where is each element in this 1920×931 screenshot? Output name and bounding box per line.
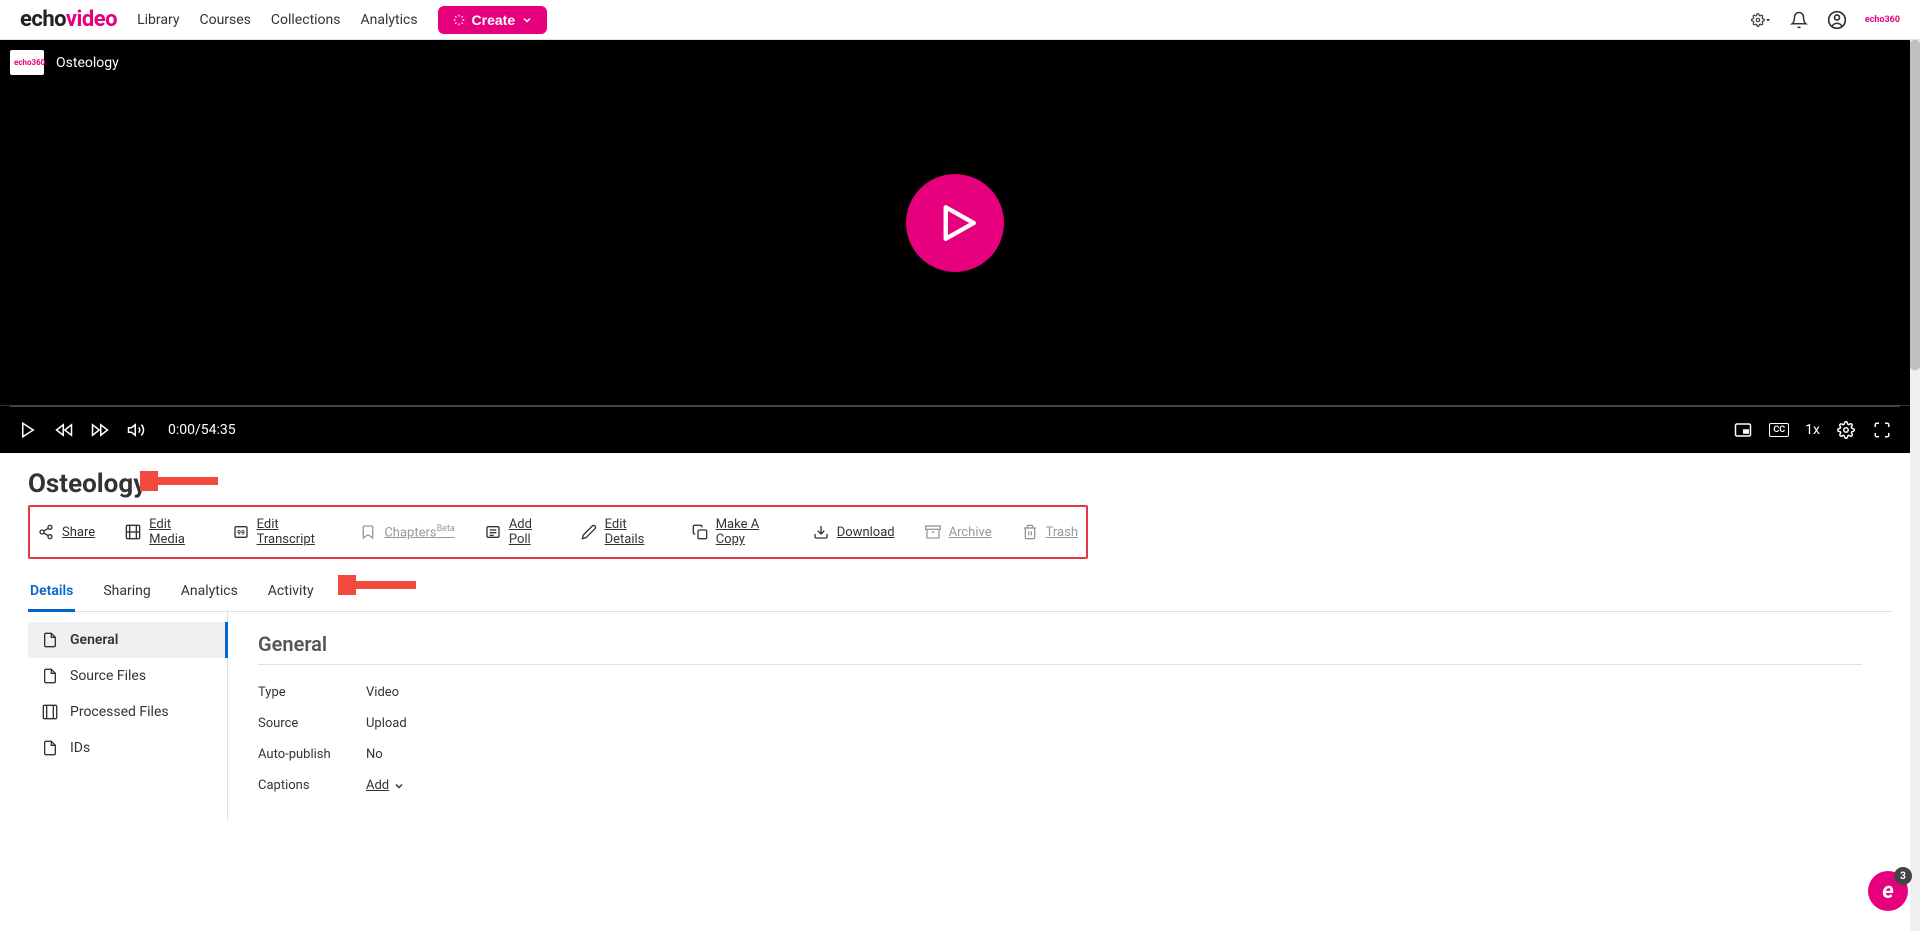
section-title: General <box>258 632 1862 665</box>
tabs: Details Sharing Analytics Activity <box>28 569 1892 612</box>
source-label: Source <box>258 716 366 731</box>
create-label: Create <box>472 12 516 28</box>
progress-bar[interactable] <box>10 405 1900 407</box>
action-edit-transcript[interactable]: 99 Edit Transcript <box>233 517 331 547</box>
scrollbar-thumb[interactable] <box>1910 40 1920 370</box>
ctrl-pip-icon[interactable] <box>1733 420 1753 440</box>
download-icon <box>813 524 829 540</box>
ctrl-rewind-icon[interactable] <box>54 420 74 440</box>
page-title: Osteology <box>28 469 1892 499</box>
trash-icon <box>1022 524 1038 540</box>
annotation-arrow-title <box>140 471 220 491</box>
video-badge: echo360 <box>10 50 44 75</box>
play-button[interactable] <box>906 174 1004 272</box>
action-edit-details[interactable]: Edit Details <box>581 517 662 547</box>
share-icon <box>38 524 54 540</box>
actions-bar: Share Edit Media 99 Edit Transcript Chap… <box>28 505 1088 559</box>
tab-details[interactable]: Details <box>28 575 75 612</box>
film-icon <box>125 524 141 540</box>
action-make-copy[interactable]: Make A Copy <box>692 517 783 547</box>
id-icon <box>42 740 58 756</box>
autopub-label: Auto-publish <box>258 747 366 762</box>
ctrl-cc-button[interactable]: CC <box>1769 423 1789 437</box>
nav-collections[interactable]: Collections <box>271 12 341 28</box>
action-add-poll-label: Add Poll <box>509 517 551 547</box>
ctrl-fullscreen-icon[interactable] <box>1872 420 1892 440</box>
annotation-arrow-tabs <box>338 575 418 595</box>
action-archive-label: Archive <box>949 525 992 540</box>
action-chapters[interactable]: ChaptersBeta <box>360 524 455 540</box>
ctrl-settings-icon[interactable] <box>1836 420 1856 440</box>
action-chapters-label: ChaptersBeta <box>384 524 455 540</box>
pencil-icon <box>581 524 597 540</box>
chevron-down-icon <box>521 14 533 26</box>
bell-icon[interactable] <box>1789 10 1809 30</box>
bookmark-icon <box>360 524 376 540</box>
film-icon-2 <box>42 704 58 720</box>
user-icon[interactable] <box>1827 10 1847 30</box>
scrollbar[interactable] <box>1910 40 1920 931</box>
tab-sharing[interactable]: Sharing <box>101 575 152 611</box>
action-edit-media-label: Edit Media <box>149 517 202 547</box>
floating-help-button[interactable]: e 3 <box>1868 871 1908 911</box>
captions-label: Captions <box>258 778 366 793</box>
chevron-down-icon-2 <box>393 780 405 792</box>
action-make-copy-label: Make A Copy <box>716 517 783 547</box>
autopub-value: No <box>366 747 383 762</box>
small-logo: echo360 <box>1865 15 1900 25</box>
action-edit-transcript-label: Edit Transcript <box>257 517 331 547</box>
copy-icon <box>692 524 708 540</box>
side-processed-label: Processed Files <box>70 704 169 720</box>
nav-library[interactable]: Library <box>137 12 179 28</box>
action-share[interactable]: Share <box>38 524 95 540</box>
play-icon <box>937 202 979 244</box>
action-edit-details-label: Edit Details <box>605 517 662 547</box>
source-value: Upload <box>366 716 407 731</box>
tab-activity[interactable]: Activity <box>266 575 316 611</box>
sparkle-icon <box>452 13 466 27</box>
logo-video: video <box>66 7 117 32</box>
nav-analytics[interactable]: Analytics <box>361 12 418 28</box>
logo[interactable]: echovideo <box>20 7 117 32</box>
details-sidebar: General Source Files Processed Files IDs <box>28 612 228 821</box>
create-button[interactable]: Create <box>438 6 548 34</box>
archive-icon <box>925 524 941 540</box>
type-value: Video <box>366 685 399 700</box>
side-ids[interactable]: IDs <box>28 730 227 766</box>
action-trash-label: Trash <box>1046 525 1078 540</box>
transcript-icon: 99 <box>233 524 249 540</box>
time-display: 0:00/54:35 <box>168 422 236 438</box>
poll-icon <box>485 524 501 540</box>
action-add-poll[interactable]: Add Poll <box>485 517 551 547</box>
action-trash[interactable]: Trash <box>1022 524 1078 540</box>
action-archive[interactable]: Archive <box>925 524 992 540</box>
action-download-label: Download <box>837 525 895 540</box>
logo-echo: echo <box>20 7 66 32</box>
captions-add-link[interactable]: Add <box>366 778 405 793</box>
side-processed-files[interactable]: Processed Files <box>28 694 227 730</box>
side-general[interactable]: General <box>28 622 228 658</box>
side-general-label: General <box>70 632 118 648</box>
nav-courses[interactable]: Courses <box>199 12 250 28</box>
action-download[interactable]: Download <box>813 524 895 540</box>
side-source-label: Source Files <box>70 668 146 684</box>
action-share-label: Share <box>62 525 95 540</box>
action-edit-media[interactable]: Edit Media <box>125 517 202 547</box>
ctrl-volume-icon[interactable] <box>126 420 146 440</box>
tab-analytics[interactable]: Analytics <box>179 575 240 611</box>
ctrl-forward-icon[interactable] <box>90 420 110 440</box>
doc-icon <box>42 632 58 648</box>
settings-icon[interactable] <box>1751 10 1771 30</box>
floating-badge-count: 3 <box>1894 867 1912 885</box>
svg-text:99: 99 <box>237 529 245 537</box>
video-player: echo360 Osteology 0:00/54:35 CC 1x <box>0 40 1910 453</box>
ctrl-play-icon[interactable] <box>18 420 38 440</box>
ctrl-speed[interactable]: 1x <box>1805 422 1820 438</box>
side-ids-label: IDs <box>70 740 90 756</box>
file-icon <box>42 668 58 684</box>
video-title-overlay: Osteology <box>56 55 119 71</box>
type-label: Type <box>258 685 366 700</box>
side-source-files[interactable]: Source Files <box>28 658 227 694</box>
